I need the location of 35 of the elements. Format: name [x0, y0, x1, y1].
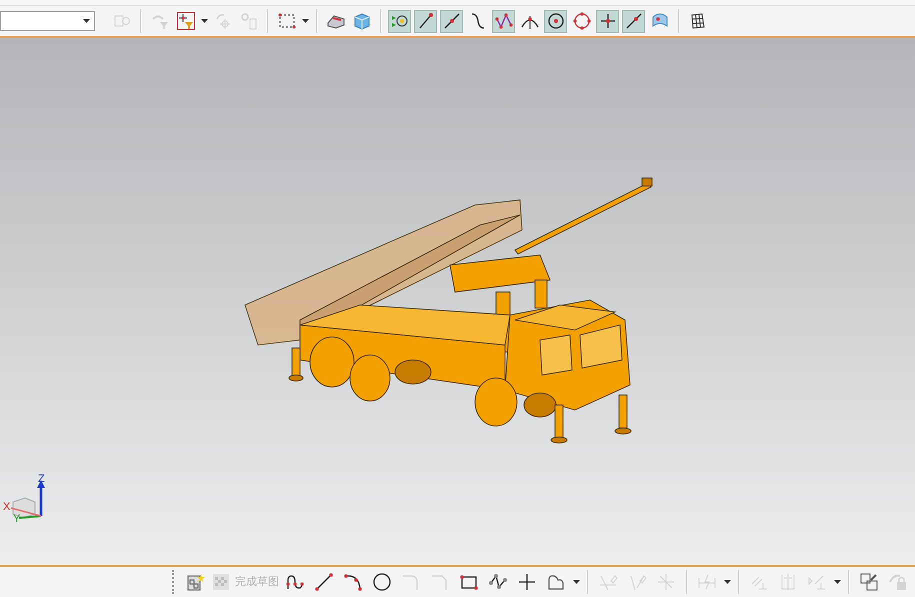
offset-curve-icon — [546, 572, 566, 592]
toolbar-button[interactable] — [492, 10, 515, 32]
caret-icon[interactable] — [83, 19, 90, 23]
axis-label: X — [3, 502, 10, 513]
toolbar-button[interactable] — [440, 10, 463, 32]
toolbar-grip[interactable] — [172, 570, 175, 594]
dropdown-field[interactable] — [0, 11, 95, 31]
dimension-icon — [697, 572, 717, 592]
circle-center-icon — [546, 11, 566, 31]
toolbar-button[interactable] — [388, 10, 411, 32]
line-icon — [314, 572, 334, 592]
plus-icon — [517, 572, 537, 592]
control-points-icon — [494, 11, 514, 31]
rectangle-icon — [459, 572, 479, 592]
sketch-frame-icon — [185, 572, 205, 592]
circle-icon — [372, 572, 392, 592]
toolbar-button[interactable] — [544, 10, 567, 32]
filter-icon — [176, 11, 196, 31]
circle-quadrant-icon — [572, 11, 592, 31]
toolbar-button[interactable] — [622, 10, 645, 32]
view-sketch-icon — [859, 572, 879, 592]
cube-icon — [352, 11, 372, 31]
caret-icon[interactable] — [302, 19, 309, 23]
arc-icon — [343, 572, 363, 592]
caret-icon[interactable] — [573, 580, 580, 584]
caret-icon[interactable] — [201, 19, 208, 23]
corner-icon — [656, 572, 676, 592]
axis-label: Y — [13, 514, 20, 525]
chain-icon — [238, 11, 258, 31]
toolbar-button[interactable] — [596, 10, 619, 32]
polyline-icon — [488, 572, 508, 592]
toolbar-button[interactable] — [414, 10, 437, 32]
lock-icon — [888, 572, 908, 592]
checkered-flag-icon — [211, 572, 231, 592]
box-select-icon — [276, 11, 296, 31]
